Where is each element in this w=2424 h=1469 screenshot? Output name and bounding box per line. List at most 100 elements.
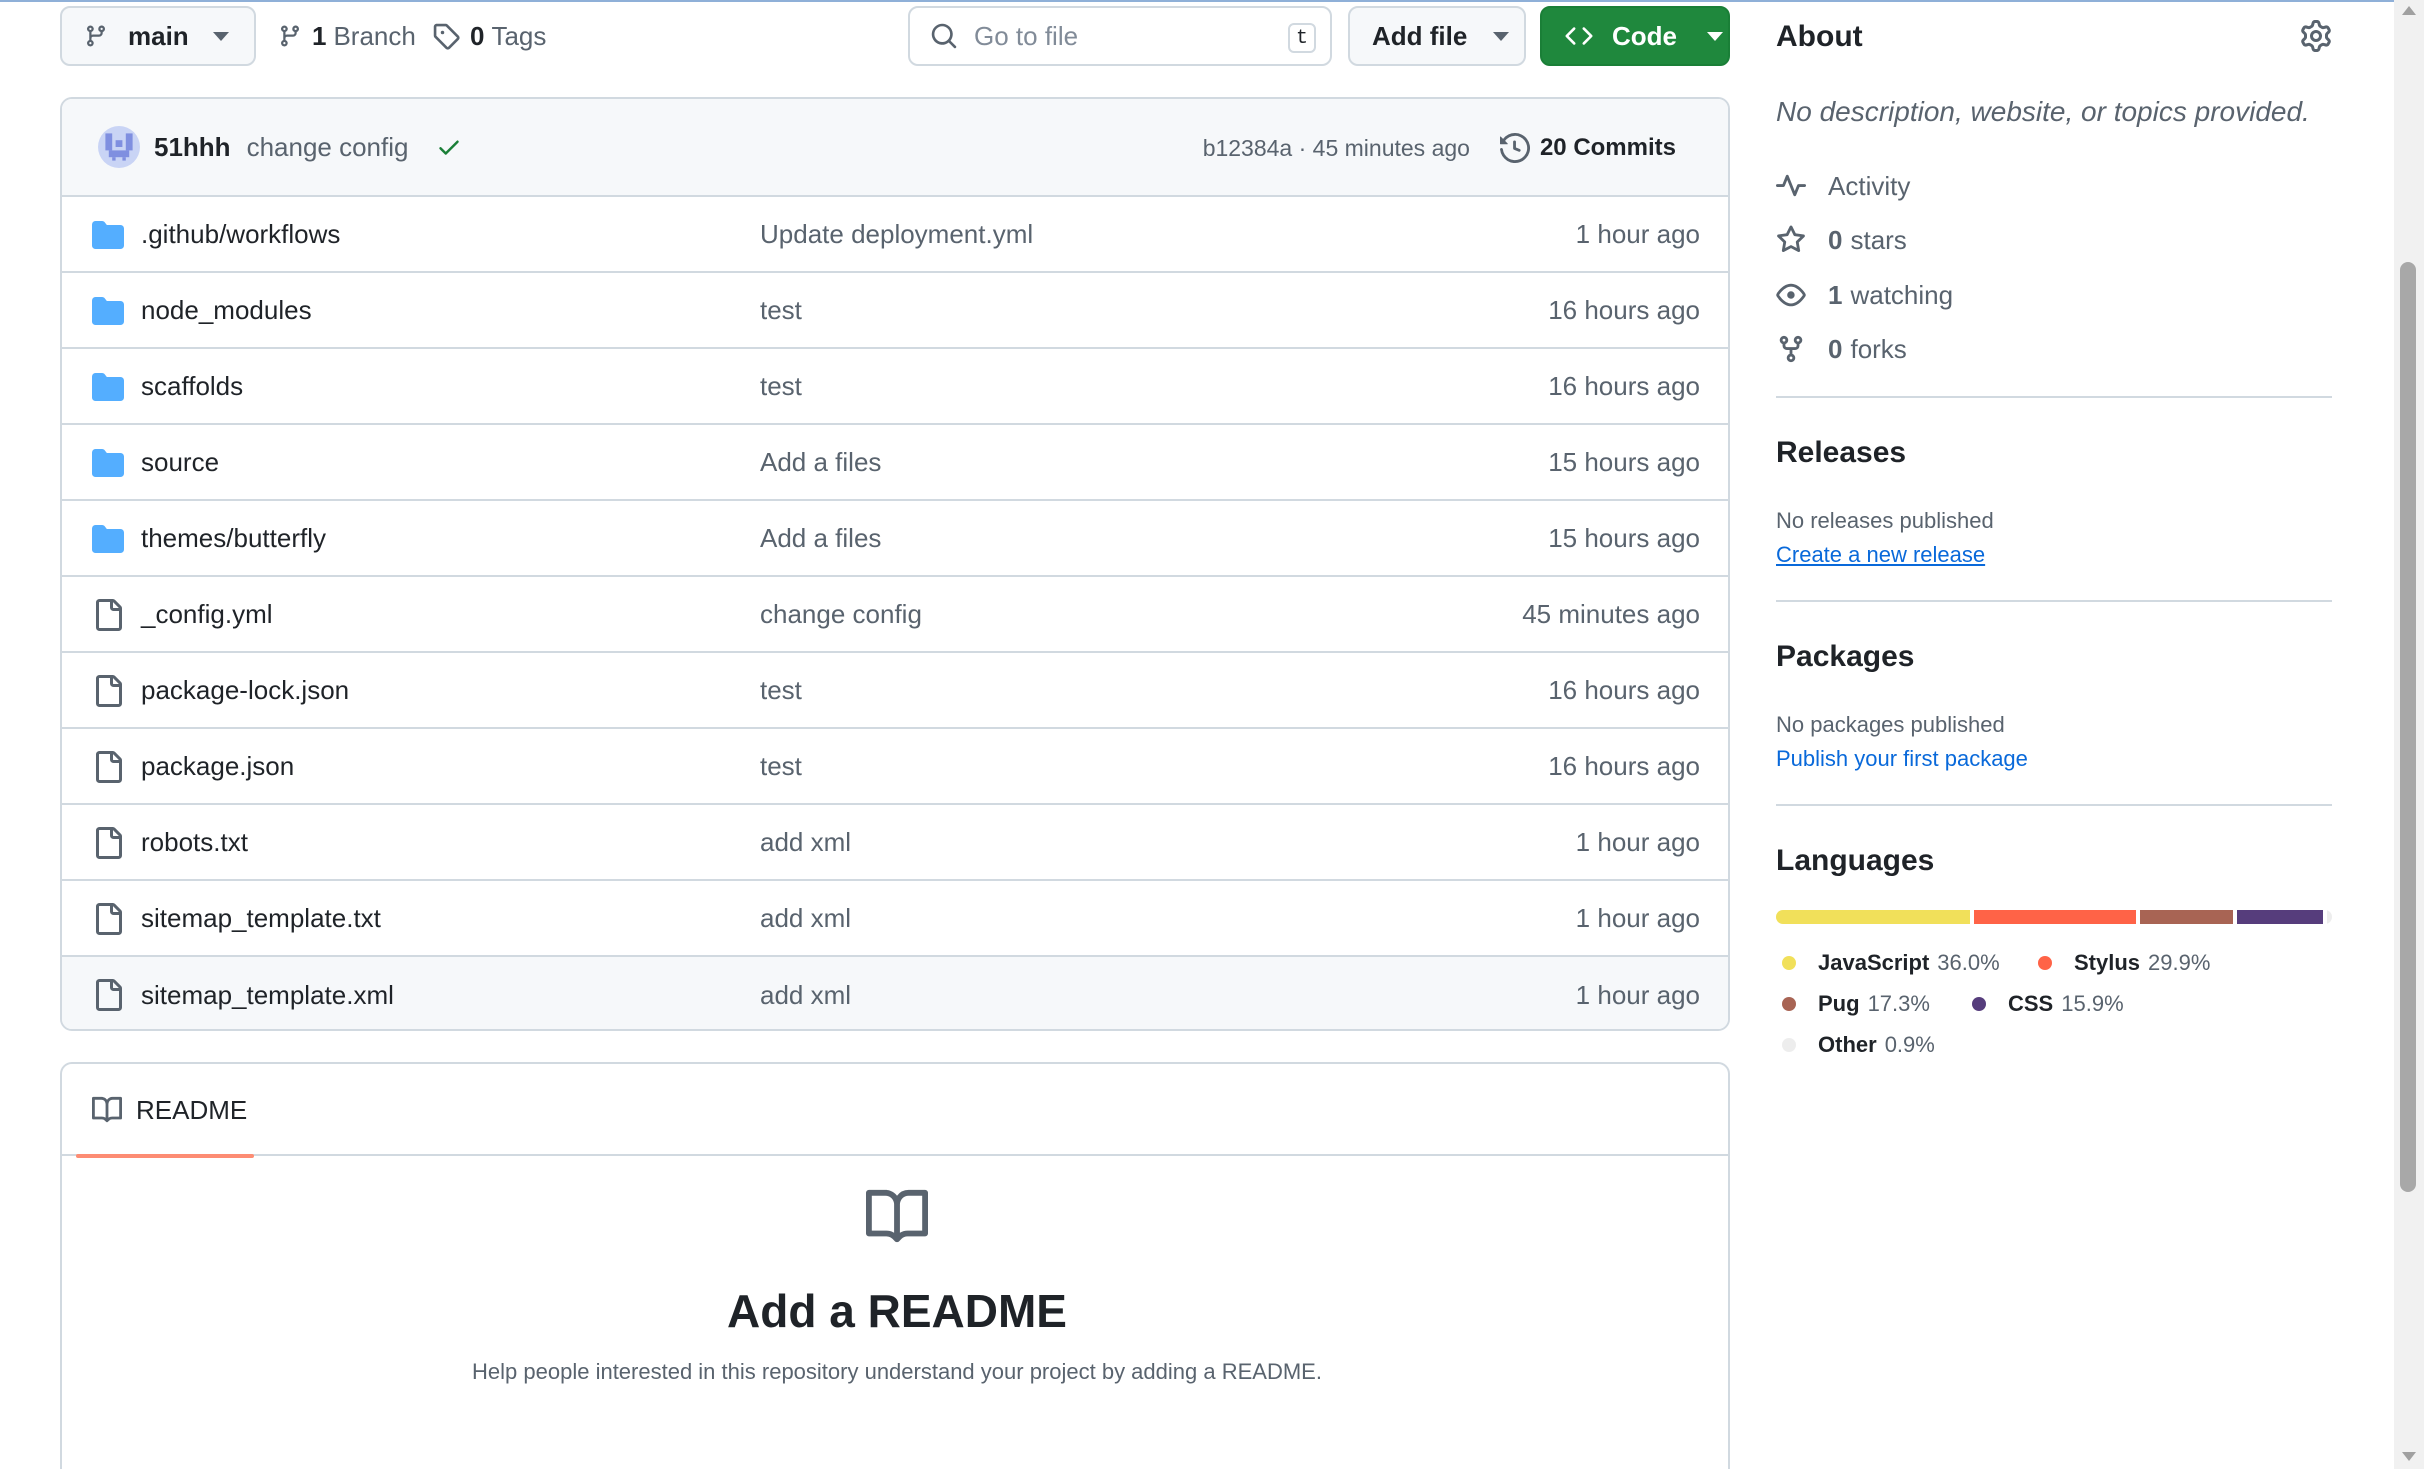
releases-heading[interactable]: Releases (1776, 436, 1906, 470)
file-commit-date: 16 hours ago (1548, 674, 1700, 705)
file-name-link[interactable]: node_modules (141, 295, 312, 326)
forks-link[interactable]: 0 forks (1776, 331, 1907, 367)
branches-label: Branch (333, 20, 416, 51)
file-name-link[interactable]: themes/butterfly (141, 523, 326, 554)
search-icon (931, 23, 957, 49)
add-file-button[interactable]: Add file (1348, 6, 1526, 66)
file-commit-message-link[interactable]: change config (760, 599, 922, 630)
file-commit-message-link[interactable]: add xml (760, 903, 851, 934)
file-commit-date: 45 minutes ago (1522, 598, 1700, 629)
file-row[interactable]: themes/butterfly Add a files 15 hours ago (62, 501, 1728, 577)
file-row[interactable]: _config.yml change config 45 minutes ago (62, 577, 1728, 653)
file-commit-message-link[interactable]: Update deployment.yml (760, 219, 1033, 250)
language-name: Pug (1818, 991, 1860, 1016)
file-icon (92, 599, 124, 631)
branches-link[interactable]: 1 Branch (278, 6, 416, 66)
file-name-link[interactable]: robots.txt (141, 827, 248, 858)
file-row[interactable]: scaffolds test 16 hours ago (62, 349, 1728, 425)
file-commit-date: 15 hours ago (1548, 522, 1700, 553)
file-row[interactable]: robots.txt add xml 1 hour ago (62, 805, 1728, 881)
publish-package-link[interactable]: Publish your first package (1776, 746, 2028, 772)
activity-link[interactable]: Activity (1776, 168, 1910, 204)
stars-link[interactable]: 0 stars (1776, 222, 1907, 258)
watching-label: watching (1850, 279, 1954, 310)
book-icon (866, 1189, 928, 1243)
file-name-link[interactable]: _config.yml (141, 599, 273, 630)
file-row[interactable]: source Add a files 15 hours ago (62, 425, 1728, 501)
repo-toolbar: main 1 Branch 0 Tags t Add file Code (60, 6, 1730, 68)
file-name-link[interactable]: package-lock.json (141, 675, 349, 706)
go-to-file-input[interactable] (974, 20, 1274, 52)
releases-note: No releases published (1776, 508, 1994, 533)
tag-icon (433, 23, 460, 50)
file-name-link[interactable]: sitemap_template.xml (141, 980, 394, 1011)
about-heading: About (1776, 20, 1863, 53)
folder-icon (92, 447, 124, 479)
create-release-link[interactable]: Create a new release (1776, 542, 1985, 568)
packages-heading[interactable]: Packages (1776, 640, 1914, 674)
file-row[interactable]: sitemap_template.xml add xml 1 hour ago (62, 957, 1728, 1029)
language-name: Other (1818, 1032, 1877, 1057)
file-name-link[interactable]: package.json (141, 751, 294, 782)
commit-meta: b12384a · 45 minutes ago 20 Commits (1203, 99, 1676, 197)
file-commit-message-link[interactable]: add xml (760, 827, 851, 858)
stars-label: stars (1850, 224, 1907, 255)
file-name-link[interactable]: sitemap_template.txt (141, 903, 381, 934)
file-row[interactable]: package.json test 16 hours ago (62, 729, 1728, 805)
tags-link[interactable]: 0 Tags (432, 6, 546, 66)
language-bar-segment (1974, 910, 2136, 924)
language-item[interactable]: CSS 15.9% (1972, 991, 2124, 1017)
file-row[interactable]: package-lock.json test 16 hours ago (62, 653, 1728, 729)
file-commit-date: 16 hours ago (1548, 370, 1700, 401)
scroll-down-arrow-icon[interactable] (2402, 1452, 2416, 1461)
languages-heading: Languages (1776, 844, 1935, 877)
commit-hash-time[interactable]: b12384a · 45 minutes ago (1203, 135, 1470, 162)
file-row[interactable]: sitemap_template.txt add xml 1 hour ago (62, 881, 1728, 957)
tab-readme[interactable]: README (76, 1064, 254, 1158)
file-row[interactable]: .github/workflows Update deployment.yml 1 … (62, 197, 1728, 273)
file-commit-date: 1 hour ago (1575, 826, 1700, 857)
file-commit-date: 16 hours ago (1548, 750, 1700, 781)
commits-history-link[interactable]: 20 Commits (1499, 133, 1676, 163)
file-commit-message-link[interactable]: Add a files (760, 447, 881, 478)
go-to-file-search[interactable]: t (908, 6, 1332, 66)
code-icon (1565, 27, 1593, 45)
commit-message-link[interactable]: change config (247, 132, 409, 163)
file-commit-message-link[interactable]: test (760, 295, 802, 326)
language-item[interactable]: Pug 17.3% (1782, 991, 1930, 1017)
git-branch-icon (280, 25, 299, 47)
check-icon[interactable] (436, 134, 462, 160)
file-name-link[interactable]: source (141, 447, 219, 478)
language-percent: 0.9% (1884, 1032, 1935, 1057)
watchers-link[interactable]: 1 watching (1776, 277, 1953, 313)
scrollbar[interactable] (2394, 0, 2424, 1469)
commit-author-link[interactable]: 51hhh (154, 132, 231, 163)
file-commit-date: 1 hour ago (1575, 218, 1700, 249)
avatar-identicon (105, 133, 133, 161)
file-commit-message-link[interactable]: add xml (760, 980, 851, 1011)
chevron-down-icon (1493, 31, 1510, 41)
file-commit-message-link[interactable]: test (760, 371, 802, 402)
file-row[interactable]: node_modules test 16 hours ago (62, 273, 1728, 349)
file-icon (92, 675, 124, 707)
language-item[interactable]: Stylus 29.9% (2038, 950, 2210, 976)
add-file-label: Add file (1372, 20, 1468, 51)
file-commit-date: 1 hour ago (1575, 979, 1700, 1010)
avatar[interactable] (98, 126, 140, 168)
code-button[interactable]: Code (1540, 6, 1730, 66)
language-item[interactable]: JavaScript 36.0% (1782, 950, 2000, 976)
file-commit-message-link[interactable]: Add a files (760, 523, 881, 554)
history-icon (1499, 133, 1530, 163)
file-commit-message-link[interactable]: test (760, 675, 802, 706)
branch-select-button[interactable]: main (60, 6, 256, 66)
file-commit-message-link[interactable]: test (760, 751, 802, 782)
file-list: .github/workflows Update deployment.yml 1 … (62, 197, 1728, 1029)
file-name-link[interactable]: .github/workflows (141, 219, 340, 250)
language-bar-segment (2139, 910, 2234, 924)
file-name-link[interactable]: scaffolds (141, 371, 243, 402)
file-table: 51hhh change config b12384a · 45 minutes… (60, 97, 1730, 1031)
gear-icon[interactable] (2300, 20, 2332, 52)
scroll-up-arrow-icon[interactable] (2402, 6, 2416, 15)
language-item[interactable]: Other 0.9% (1782, 1032, 1935, 1058)
scrollbar-thumb[interactable] (2400, 262, 2416, 1192)
